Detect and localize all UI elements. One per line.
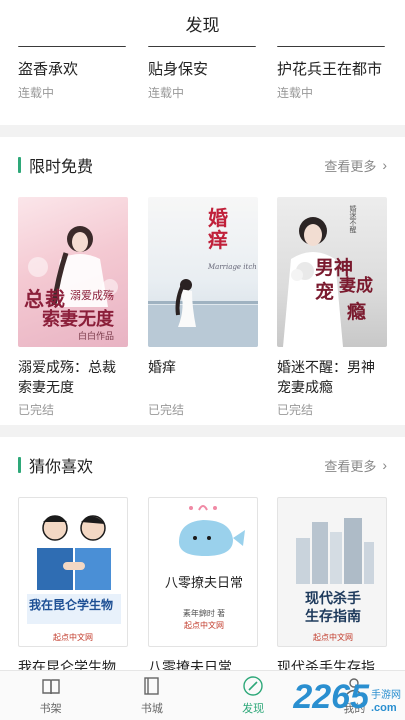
book-status: 已完结 <box>148 403 185 417</box>
cover-title-line: 瘾 <box>347 301 367 323</box>
section-title: 猜你喜欢 <box>29 459 94 476</box>
cover-publisher: 起点中文网 <box>184 621 224 630</box>
book-card[interactable]: 现代杀手 生存指南 起点中文网 现代杀手生存指南 <box>277 497 387 697</box>
cover-series: 婚迷不醒 <box>349 205 356 233</box>
book-status: 已完结 <box>18 403 55 417</box>
view-more-button[interactable]: 查看更多 › <box>324 156 387 175</box>
tab-label: 书城 <box>140 703 163 715</box>
tab-label: 书架 <box>39 703 62 715</box>
book-card[interactable]: 我在昆仑学生物 起点中文网 我在昆仑学生物 <box>18 497 128 697</box>
book-title[interactable]: 护花兵王在都市 <box>277 58 382 79</box>
view-more-label: 查看更多 <box>324 158 377 174</box>
cover-publisher: 起点中文网 <box>53 633 93 642</box>
cover-title-line: 现代杀手 <box>305 590 361 606</box>
book-status: 连载中 <box>148 86 185 100</box>
book-card[interactable]: 婚痒 Marriage itch 婚痒 已完结 <box>148 197 258 418</box>
view-more-label: 查看更多 <box>324 458 377 474</box>
book-cover[interactable]: 婚迷不醒 男神 宠 妻成 瘾 <box>277 197 387 347</box>
book-title[interactable]: 婚痒 <box>148 357 258 397</box>
bookstore-icon <box>144 677 159 695</box>
cover-title: 婚痒 <box>208 206 228 252</box>
discover-icon <box>243 676 263 696</box>
cover-subtitle: Marriage itch <box>208 263 257 271</box>
section-accent-bar <box>18 157 21 173</box>
view-more-button[interactable]: 查看更多 › <box>324 456 387 475</box>
page-title: 发现 <box>185 15 220 35</box>
watermark-number: 2265 <box>293 678 369 716</box>
book-title[interactable]: 贴身保安 <box>148 58 208 79</box>
tab-discover[interactable]: 发现 <box>203 671 304 720</box>
book-status: 连载中 <box>277 86 314 100</box>
cover-author: 素年錦时 著 <box>182 609 226 618</box>
tab-label: 发现 <box>242 703 265 715</box>
tab-bookstore[interactable]: 书城 <box>101 671 202 720</box>
book-title[interactable]: 婚迷不醒：男神宠妻成瘾 <box>277 357 387 397</box>
section-header: 限时免费 查看更多 › <box>18 155 387 176</box>
book-card[interactable]: 总裁 溺爱成殇 索妻无度 白白作品 溺爱成殇：总裁索妻无度 已完结 <box>18 197 128 418</box>
chevron-right-icon: › <box>382 457 387 473</box>
book-status: 已完结 <box>277 403 314 417</box>
cover-title-line: 生存指南 <box>305 608 361 624</box>
cover-author: 白白作品 <box>78 331 115 341</box>
watermark-suffix: .com <box>371 702 397 714</box>
book-cover[interactable]: 婚痒 Marriage itch <box>148 197 258 347</box>
cover-publisher: 起点中文网 <box>313 633 353 642</box>
section-header: 猜你喜欢 查看更多 › <box>18 455 387 476</box>
chevron-right-icon: › <box>382 157 387 173</box>
cover-title-line: 宠 <box>315 281 335 303</box>
watermark-tag: 手游网 <box>371 690 401 701</box>
book-status: 连载中 <box>18 86 55 100</box>
cover-title-line: 溺爱成殇 <box>70 290 114 302</box>
book-cover[interactable]: 八零撩夫日常 素年錦时 著 起点中文网 <box>148 497 258 647</box>
book-title[interactable]: 盗香承欢 <box>18 58 78 79</box>
book-card[interactable]: 八零撩夫日常 素年錦时 著 起点中文网 八零撩夫日常 <box>148 497 258 697</box>
book-cover[interactable]: 我在昆仑学生物 起点中文网 <box>18 497 128 647</box>
site-watermark: 2265 手游网 .com <box>293 680 401 714</box>
discover-feed[interactable]: 盗香承欢 连载中 贴身保安 连载中 护花兵王在都市 连载中 限时免费 查看更多 … <box>0 0 405 720</box>
cover-title-line: 妻成 <box>339 276 373 296</box>
free-section: 限时免费 查看更多 › 总裁 溺爱成殇 索妻无度 白白作品 溺爱成殇：总裁索妻无… <box>0 137 405 425</box>
book-cover[interactable]: 现代杀手 生存指南 起点中文网 <box>277 497 387 647</box>
section-accent-bar <box>18 457 21 473</box>
bookshelf-icon <box>41 679 60 695</box>
book-card[interactable]: 婚迷不醒 男神 宠 妻成 瘾 婚迷不醒：男神宠妻成瘾 已完结 <box>277 197 387 418</box>
cover-title: 我在昆仑学生物 <box>29 598 114 612</box>
section-title: 限时免费 <box>29 159 94 176</box>
top-bar: 发现 <box>0 0 405 46</box>
book-cover[interactable]: 总裁 溺爱成殇 索妻无度 白白作品 <box>18 197 128 347</box>
tab-bookshelf[interactable]: 书架 <box>0 671 101 720</box>
cover-title-line: 索妻无度 <box>42 309 114 330</box>
book-title[interactable]: 溺爱成殇：总裁索妻无度 <box>18 357 128 397</box>
cover-title: 八零撩夫日常 <box>164 575 243 590</box>
